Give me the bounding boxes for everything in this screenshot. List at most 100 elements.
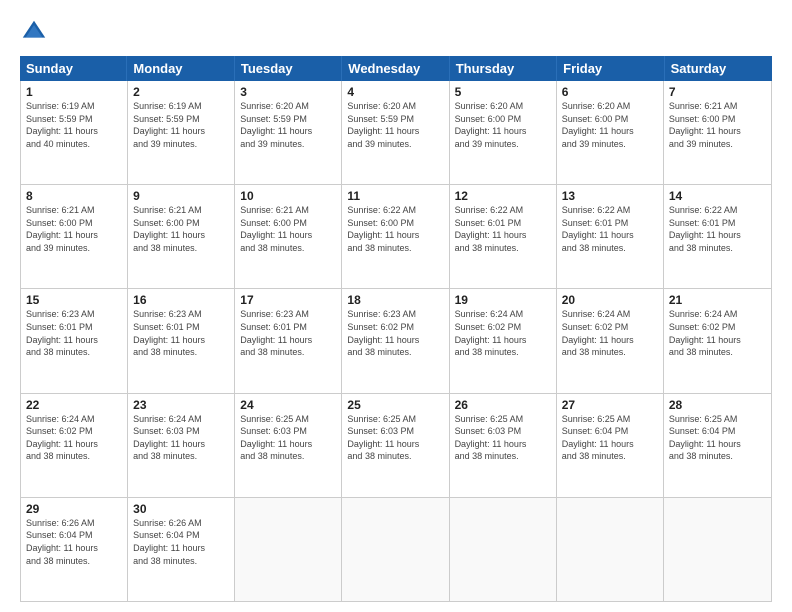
day-info: Sunrise: 6:22 AM Sunset: 6:01 PM Dayligh… [455,204,551,254]
day-number: 18 [347,293,443,307]
sunset-label: Sunset: 6:04 PM [562,426,629,436]
calendar-cell: 12 Sunrise: 6:22 AM Sunset: 6:01 PM Dayl… [450,185,557,288]
sunset-label: Sunset: 6:01 PM [26,322,93,332]
daylight-label: Daylight: 11 hours [133,126,205,136]
day-number: 7 [669,85,766,99]
daylight-minutes: and 40 minutes. [26,139,90,149]
calendar-cell: 19 Sunrise: 6:24 AM Sunset: 6:02 PM Dayl… [450,289,557,392]
daylight-minutes: and 38 minutes. [347,243,411,253]
sunrise-label: Sunrise: 6:24 AM [562,309,631,319]
sunrise-label: Sunrise: 6:23 AM [347,309,416,319]
daylight-label: Daylight: 11 hours [347,126,419,136]
daylight-minutes: and 38 minutes. [669,451,733,461]
sunset-label: Sunset: 6:00 PM [240,218,307,228]
daylight-label: Daylight: 11 hours [669,335,741,345]
day-info: Sunrise: 6:20 AM Sunset: 6:00 PM Dayligh… [562,100,658,150]
daylight-minutes: and 38 minutes. [26,556,90,566]
day-number: 30 [133,502,229,516]
day-number: 15 [26,293,122,307]
calendar-cell: 15 Sunrise: 6:23 AM Sunset: 6:01 PM Dayl… [21,289,128,392]
sunset-label: Sunset: 6:01 PM [562,218,629,228]
calendar-cell: 25 Sunrise: 6:25 AM Sunset: 6:03 PM Dayl… [342,394,449,497]
calendar-cell: 23 Sunrise: 6:24 AM Sunset: 6:03 PM Dayl… [128,394,235,497]
header-day-wednesday: Wednesday [342,56,449,81]
sunset-label: Sunset: 6:01 PM [240,322,307,332]
calendar-cell: 5 Sunrise: 6:20 AM Sunset: 6:00 PM Dayli… [450,81,557,184]
header-day-thursday: Thursday [450,56,557,81]
day-info: Sunrise: 6:24 AM Sunset: 6:03 PM Dayligh… [133,413,229,463]
day-number: 19 [455,293,551,307]
sunset-label: Sunset: 6:00 PM [133,218,200,228]
daylight-label: Daylight: 11 hours [26,230,98,240]
daylight-minutes: and 38 minutes. [455,451,519,461]
sunrise-label: Sunrise: 6:20 AM [240,101,309,111]
sunrise-label: Sunrise: 6:22 AM [455,205,524,215]
day-number: 3 [240,85,336,99]
calendar-cell: 27 Sunrise: 6:25 AM Sunset: 6:04 PM Dayl… [557,394,664,497]
calendar-cell: 22 Sunrise: 6:24 AM Sunset: 6:02 PM Dayl… [21,394,128,497]
daylight-label: Daylight: 11 hours [562,335,634,345]
sunset-label: Sunset: 6:00 PM [26,218,93,228]
calendar-cell: 21 Sunrise: 6:24 AM Sunset: 6:02 PM Dayl… [664,289,771,392]
daylight-label: Daylight: 11 hours [240,439,312,449]
daylight-minutes: and 38 minutes. [562,347,626,357]
day-number: 25 [347,398,443,412]
day-info: Sunrise: 6:22 AM Sunset: 6:01 PM Dayligh… [562,204,658,254]
sunrise-label: Sunrise: 6:26 AM [133,518,202,528]
sunrise-label: Sunrise: 6:25 AM [240,414,309,424]
daylight-label: Daylight: 11 hours [133,543,205,553]
daylight-minutes: and 38 minutes. [240,347,304,357]
day-info: Sunrise: 6:23 AM Sunset: 6:01 PM Dayligh… [133,308,229,358]
day-number: 22 [26,398,122,412]
day-number: 5 [455,85,551,99]
daylight-minutes: and 39 minutes. [26,243,90,253]
daylight-label: Daylight: 11 hours [455,335,527,345]
header [20,18,772,46]
day-number: 6 [562,85,658,99]
calendar-row-4: 22 Sunrise: 6:24 AM Sunset: 6:02 PM Dayl… [21,393,771,497]
calendar-cell: 9 Sunrise: 6:21 AM Sunset: 6:00 PM Dayli… [128,185,235,288]
sunset-label: Sunset: 6:02 PM [455,322,522,332]
sunset-label: Sunset: 6:00 PM [669,114,736,124]
daylight-minutes: and 39 minutes. [133,139,197,149]
sunrise-label: Sunrise: 6:19 AM [26,101,95,111]
calendar-cell: 29 Sunrise: 6:26 AM Sunset: 6:04 PM Dayl… [21,498,128,601]
calendar-row-1: 1 Sunrise: 6:19 AM Sunset: 5:59 PM Dayli… [21,81,771,184]
sunrise-label: Sunrise: 6:22 AM [562,205,631,215]
daylight-minutes: and 38 minutes. [133,347,197,357]
daylight-label: Daylight: 11 hours [562,230,634,240]
day-info: Sunrise: 6:21 AM Sunset: 6:00 PM Dayligh… [240,204,336,254]
day-info: Sunrise: 6:25 AM Sunset: 6:03 PM Dayligh… [347,413,443,463]
day-number: 28 [669,398,766,412]
sunrise-label: Sunrise: 6:20 AM [562,101,631,111]
day-info: Sunrise: 6:23 AM Sunset: 6:01 PM Dayligh… [26,308,122,358]
sunrise-label: Sunrise: 6:22 AM [669,205,738,215]
day-info: Sunrise: 6:24 AM Sunset: 6:02 PM Dayligh… [562,308,658,358]
day-info: Sunrise: 6:20 AM Sunset: 6:00 PM Dayligh… [455,100,551,150]
sunrise-label: Sunrise: 6:23 AM [26,309,95,319]
daylight-label: Daylight: 11 hours [562,126,634,136]
daylight-label: Daylight: 11 hours [240,335,312,345]
calendar-cell: 30 Sunrise: 6:26 AM Sunset: 6:04 PM Dayl… [128,498,235,601]
calendar-cell [557,498,664,601]
day-info: Sunrise: 6:20 AM Sunset: 5:59 PM Dayligh… [347,100,443,150]
sunset-label: Sunset: 6:01 PM [455,218,522,228]
sunrise-label: Sunrise: 6:25 AM [455,414,524,424]
header-day-tuesday: Tuesday [235,56,342,81]
logo [20,18,50,46]
daylight-label: Daylight: 11 hours [240,230,312,240]
day-number: 21 [669,293,766,307]
daylight-minutes: and 39 minutes. [455,139,519,149]
daylight-label: Daylight: 11 hours [133,439,205,449]
calendar-cell: 6 Sunrise: 6:20 AM Sunset: 6:00 PM Dayli… [557,81,664,184]
header-day-friday: Friday [557,56,664,81]
sunset-label: Sunset: 6:02 PM [669,322,736,332]
daylight-label: Daylight: 11 hours [455,126,527,136]
day-info: Sunrise: 6:23 AM Sunset: 6:02 PM Dayligh… [347,308,443,358]
calendar-cell [342,498,449,601]
daylight-minutes: and 38 minutes. [455,243,519,253]
calendar-cell: 8 Sunrise: 6:21 AM Sunset: 6:00 PM Dayli… [21,185,128,288]
day-info: Sunrise: 6:19 AM Sunset: 5:59 PM Dayligh… [26,100,122,150]
calendar-cell: 2 Sunrise: 6:19 AM Sunset: 5:59 PM Dayli… [128,81,235,184]
calendar-cell [664,498,771,601]
